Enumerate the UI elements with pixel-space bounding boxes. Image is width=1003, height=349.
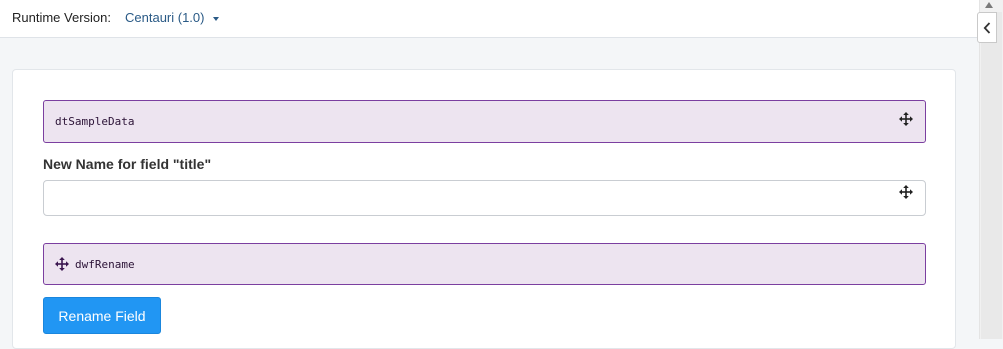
workflow-block[interactable]: dwfRename: [43, 243, 926, 285]
new-name-field-label: New Name for field "title": [43, 156, 212, 172]
caret-down-icon: [213, 16, 220, 21]
dataset-block-label: dtSampleData: [55, 115, 135, 128]
chevron-left-icon: [983, 21, 991, 34]
workflow-block-label: dwfRename: [75, 258, 135, 271]
move-icon[interactable]: [55, 257, 69, 271]
move-icon[interactable]: [899, 185, 913, 199]
move-icon[interactable]: [899, 112, 913, 126]
collapse-panel-button[interactable]: [977, 12, 997, 43]
top-bar: Runtime Version: Centauri (1.0): [0, 0, 979, 38]
runtime-version-label: Runtime Version:: [12, 10, 111, 25]
main-card: dtSampleData New Name for field "title": [12, 69, 956, 349]
new-name-field[interactable]: [43, 180, 926, 216]
new-name-input[interactable]: [52, 181, 886, 215]
runtime-version-value: Centauri (1.0): [125, 10, 205, 25]
dataset-block[interactable]: dtSampleData: [43, 100, 926, 143]
rename-field-button[interactable]: Rename Field: [43, 297, 161, 334]
page-scrollbar[interactable]: [979, 0, 1003, 339]
scroll-up-arrow-icon[interactable]: [985, 2, 993, 8]
runtime-version-dropdown[interactable]: Centauri (1.0): [125, 10, 220, 25]
scroll-track[interactable]: [981, 12, 1002, 339]
